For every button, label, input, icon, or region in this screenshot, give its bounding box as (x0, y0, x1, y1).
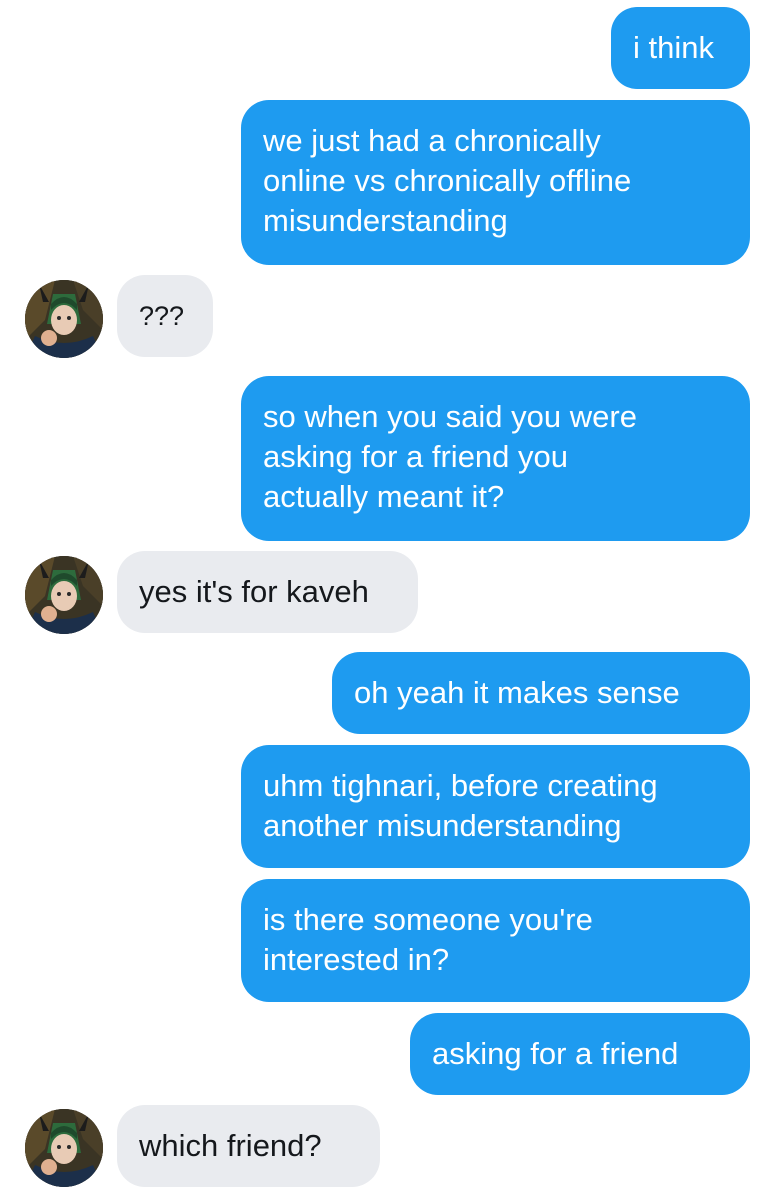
outgoing-message[interactable]: oh yeah it makes sense (332, 652, 750, 734)
incoming-message[interactable]: ??? (117, 275, 213, 357)
contact-avatar[interactable] (25, 1109, 103, 1187)
outgoing-message[interactable]: is there someone you're interested in? (241, 879, 750, 1002)
contact-avatar-icon (25, 556, 103, 634)
contact-avatar-icon (25, 280, 103, 358)
contact-avatar-icon (25, 1109, 103, 1187)
incoming-message[interactable]: which friend? (117, 1105, 380, 1187)
outgoing-message[interactable]: asking for a friend (410, 1013, 750, 1095)
incoming-message[interactable]: yes it's for kaveh (117, 551, 418, 633)
outgoing-message[interactable]: uhm tighnari, before creating another mi… (241, 745, 750, 868)
outgoing-message[interactable]: so when you said you were asking for a f… (241, 376, 750, 541)
outgoing-message[interactable]: i think (611, 7, 750, 89)
contact-avatar[interactable] (25, 556, 103, 634)
contact-avatar[interactable] (25, 280, 103, 358)
outgoing-message[interactable]: we just had a chronically online vs chro… (241, 100, 750, 265)
